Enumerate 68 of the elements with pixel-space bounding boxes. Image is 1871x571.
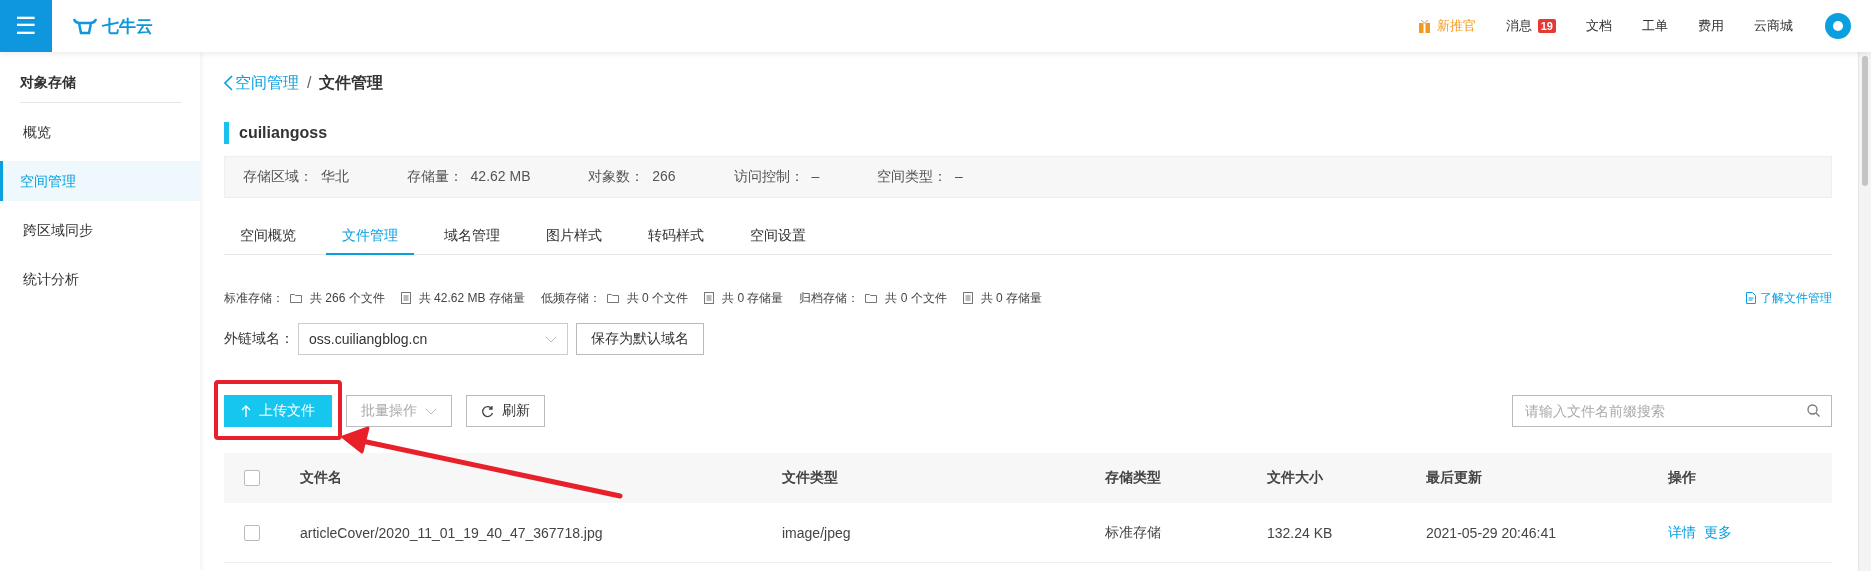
gift-icon (1417, 19, 1431, 33)
info-item: 对象数： 266 (588, 168, 676, 186)
count-badge: 19 (1537, 19, 1556, 33)
select-all-checkbox[interactable] (244, 470, 260, 486)
chevron-down-icon (545, 335, 557, 343)
column-header: 文件大小 (1267, 469, 1324, 487)
tab[interactable]: 域名管理 (428, 215, 516, 255)
info-item: 存储量： 42.62 MB (406, 168, 531, 186)
arrow-up-icon (241, 405, 251, 417)
column-header: 操作 (1668, 469, 1697, 487)
search-icon (1807, 404, 1820, 417)
table-cell-text: 2021-05-29 20:46:41 (1426, 524, 1557, 541)
tab[interactable]: 转码样式 (632, 215, 720, 255)
domain-select[interactable]: oss.cuiliangblog.cn (298, 323, 568, 355)
bucket-title: cuiliangoss (224, 122, 1832, 144)
nav-link[interactable]: 消息 19 (1505, 17, 1556, 35)
chevron-left-icon (224, 75, 233, 91)
table-cell-text: image/jpeg (782, 524, 852, 541)
nav-link[interactable]: 工单 (1642, 17, 1668, 35)
stat-label: 标准存储： (224, 289, 284, 307)
sidebar-title: 对象存储 (20, 66, 182, 103)
column-header: 存储类型 (1105, 469, 1162, 487)
document-icon (1746, 292, 1756, 304)
breadcrumb-current: 文件管理 (319, 72, 384, 93)
domain-label: 外链域名： (224, 330, 294, 348)
refresh-button[interactable]: 刷新 (466, 395, 545, 427)
stat-label: 低频存储： (540, 289, 601, 307)
column-header: 文件类型 (782, 469, 839, 487)
stat-text: 共 0 个文件 (885, 289, 947, 307)
stat-text: 共 0 存储量 (722, 289, 784, 307)
nav-link[interactable]: 费用 (1698, 17, 1724, 35)
sidebar-item[interactable]: 概览 (0, 112, 200, 152)
folder-icon (865, 293, 878, 303)
nav-link[interactable]: 云商城 (1754, 17, 1793, 35)
bull-logo-icon (72, 17, 98, 35)
stat-text: 共 42.62 MB 存储量 (418, 289, 525, 307)
search-field[interactable]: 请输入文件名前缀搜索 (1512, 395, 1832, 427)
stat-text: 共 0 存储量 (980, 289, 1043, 307)
table-cell-text: articleCover/2020_11_01_19_40_47_367718.jpg (300, 524, 604, 541)
info-item: 访问控制： – (733, 168, 820, 186)
folder-icon (290, 293, 302, 303)
avatar[interactable] (1825, 13, 1851, 39)
tab[interactable]: 空间设置 (734, 215, 822, 255)
nav-link[interactable]: 文档 (1586, 17, 1612, 35)
tab[interactable]: 图片样式 (530, 215, 618, 255)
sidebar-item[interactable]: 统计分析 (0, 259, 200, 299)
info-item: 存储区域： 华北 (243, 168, 349, 186)
folder-icon (606, 293, 619, 303)
chevron-down-icon (425, 407, 437, 415)
sidebar-item[interactable]: 跨区域同步 (0, 210, 200, 250)
stat-text: 共 0 个文件 (626, 289, 689, 307)
logo-text: 七牛云 (102, 15, 153, 38)
table-cell-text: 标准存储 (1105, 523, 1162, 542)
refresh-icon (481, 404, 494, 418)
scrollbar[interactable] (1858, 52, 1871, 571)
row-checkbox[interactable] (244, 524, 260, 541)
column-header: 文件名 (300, 469, 343, 487)
save-default-button[interactable]: 保存为默认域名 (576, 323, 704, 355)
stat-text: 共 266 个文件 (310, 289, 385, 307)
tab[interactable]: 空间概览 (224, 215, 312, 255)
breadcrumb-separator: / (307, 74, 312, 92)
column-header: 最后更新 (1426, 469, 1483, 487)
stat-label: 归档存储： (799, 289, 860, 307)
document-icon (400, 292, 411, 304)
document-icon (962, 292, 973, 304)
table-cell-text: 132.24 KB (1267, 524, 1334, 541)
document-icon (704, 292, 715, 304)
info-item: 空间类型： – (877, 168, 963, 186)
